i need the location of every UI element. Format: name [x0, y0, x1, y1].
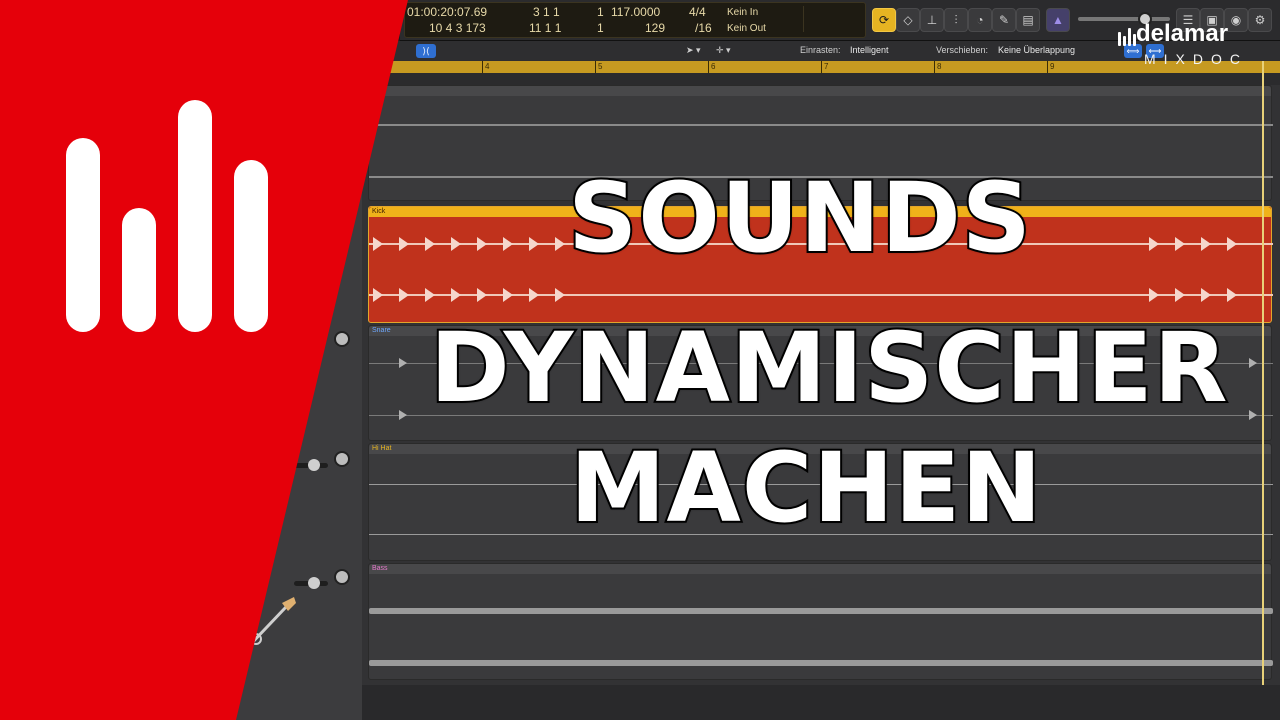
watermark-sub: MIXDOC	[1144, 51, 1248, 67]
headline-line-3: MACHEN	[568, 431, 1044, 545]
headline-line-2: DYNAMISCHER	[428, 311, 1230, 425]
logo-bar	[234, 160, 268, 332]
logo-bar	[178, 100, 212, 332]
brand-watermark: delamar MIXDOC	[1108, 20, 1268, 76]
watermark-name: delamar	[1136, 20, 1229, 47]
logo-bar	[66, 138, 100, 332]
logo-bar	[122, 208, 156, 332]
headline-line-1: SOUNDS	[566, 161, 1033, 275]
stage: 01:00:20:07.69 3 1 1 1 117.0000 4/4 Kein…	[0, 0, 1280, 720]
